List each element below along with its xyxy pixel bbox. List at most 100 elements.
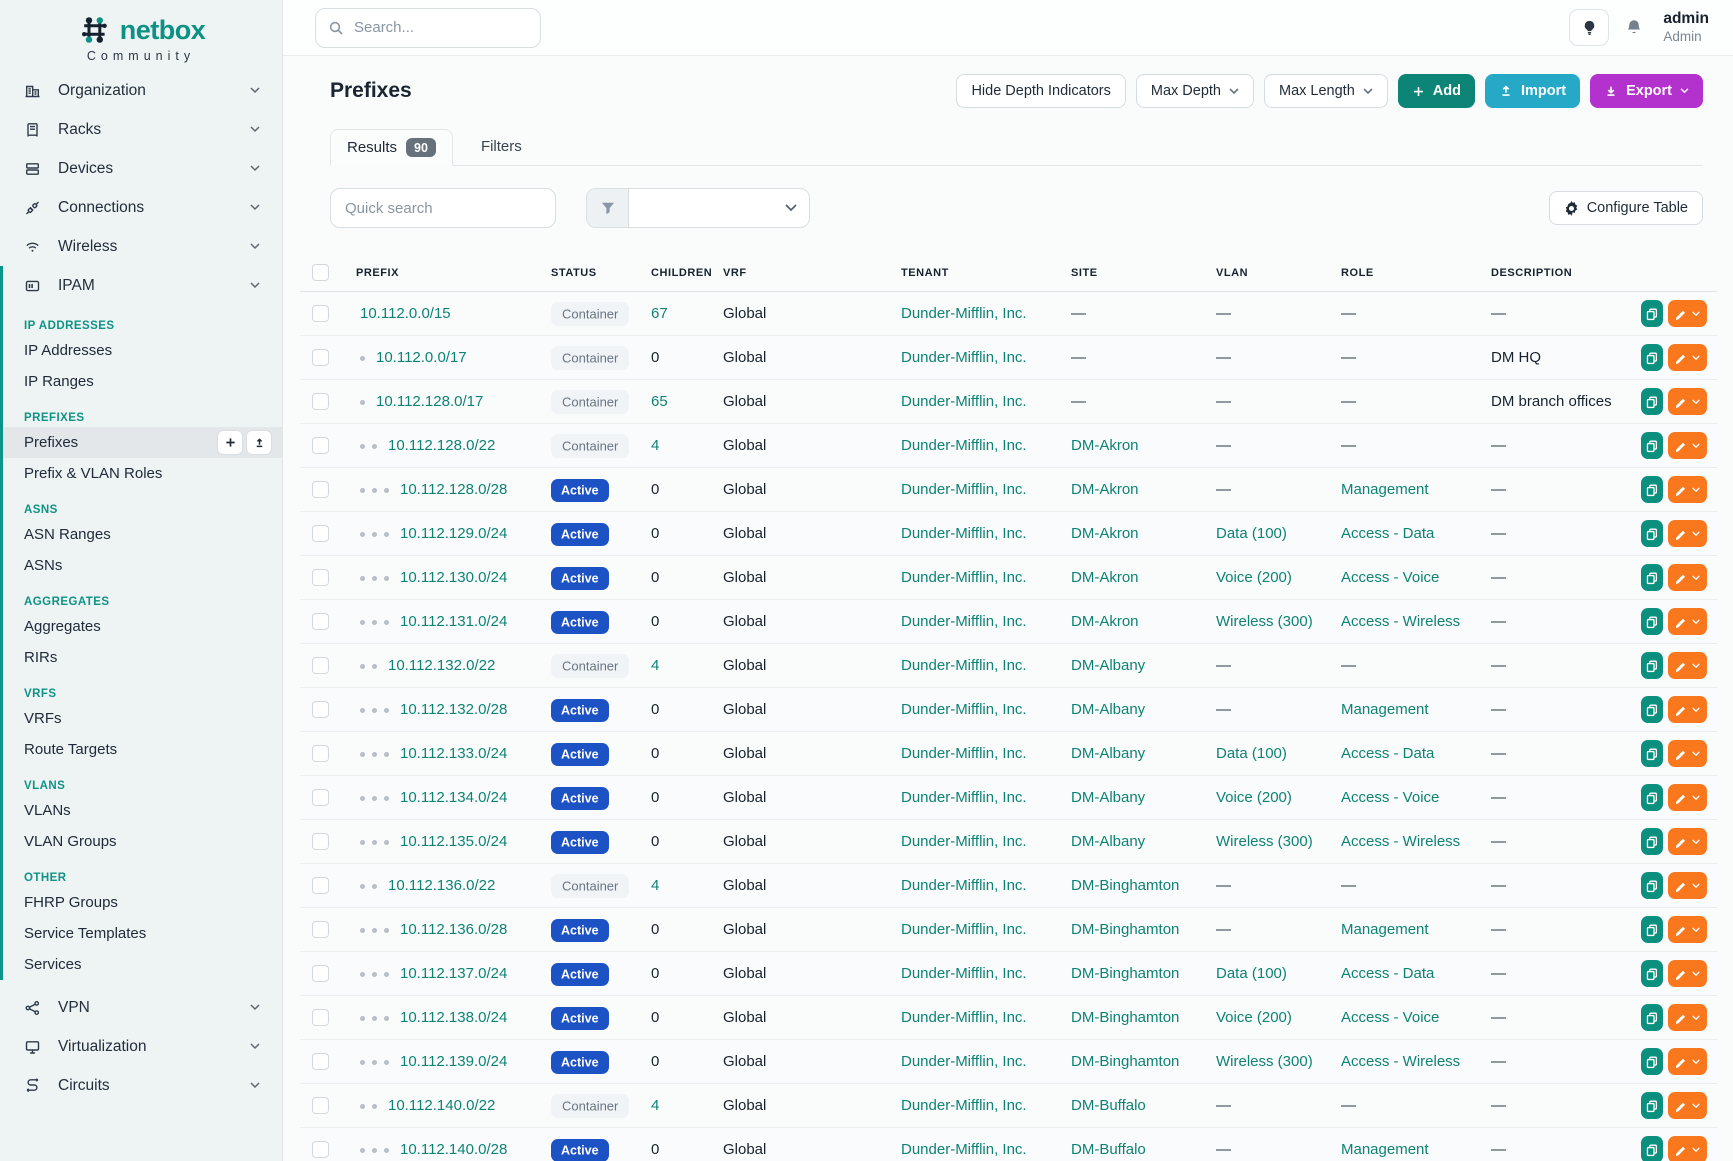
vlan-link[interactable]: Voice (200) [1216,569,1292,586]
prefix-link[interactable]: 10.112.133.0/24 [400,745,507,762]
sidebar-item-fhrp-groups[interactable]: FHRP Groups [3,887,282,918]
select-all-checkbox[interactable] [312,264,329,281]
import-prefix-mini-button[interactable] [246,430,272,455]
tenant-link[interactable]: Dunder-Mifflin, Inc. [901,305,1027,322]
column-header-status[interactable]: STATUS [541,252,641,292]
sidebar-item-asns[interactable]: ASNs [3,550,282,581]
clone-button[interactable] [1641,828,1663,855]
role-link[interactable]: Management [1341,701,1429,718]
notifications-bell-icon[interactable] [1624,18,1644,38]
tenant-link[interactable]: Dunder-Mifflin, Inc. [901,525,1027,542]
edit-button[interactable] [1668,432,1707,459]
tenant-link[interactable]: Dunder-Mifflin, Inc. [901,437,1027,454]
tenant-link[interactable]: Dunder-Mifflin, Inc. [901,1053,1027,1070]
column-header-vrf[interactable]: VRF [713,252,891,292]
tenant-link[interactable]: Dunder-Mifflin, Inc. [901,657,1027,674]
sidebar-item-vlan-groups[interactable]: VLAN Groups [3,826,282,857]
prefix-link[interactable]: 10.112.134.0/24 [400,789,507,806]
sidebar-item-asn-ranges[interactable]: ASN Ranges [3,519,282,550]
clone-button[interactable] [1641,960,1663,987]
role-link[interactable]: Management [1341,481,1429,498]
edit-button[interactable] [1668,960,1707,987]
edit-button[interactable] [1668,520,1707,547]
sidebar-item-vlans[interactable]: VLANs [3,795,282,826]
row-checkbox[interactable] [312,877,329,894]
search-input[interactable] [354,19,528,36]
tenant-link[interactable]: Dunder-Mifflin, Inc. [901,1097,1027,1114]
clone-button[interactable] [1641,652,1663,679]
row-checkbox[interactable] [312,833,329,850]
role-link[interactable]: Management [1341,921,1429,938]
tab-results[interactable]: Results 90 [330,129,453,166]
vlan-link[interactable]: Wireless (300) [1216,833,1313,850]
site-link[interactable]: DM-Albany [1071,657,1145,674]
clone-button[interactable] [1641,608,1663,635]
tenant-link[interactable]: Dunder-Mifflin, Inc. [901,965,1027,982]
row-checkbox[interactable] [312,1141,329,1158]
tenant-link[interactable]: Dunder-Mifflin, Inc. [901,393,1027,410]
role-link[interactable]: Access - Voice [1341,1009,1439,1026]
prefix-link[interactable]: 10.112.132.0/22 [388,657,495,674]
sidebar-item-rirs[interactable]: RIRs [3,642,282,673]
tenant-link[interactable]: Dunder-Mifflin, Inc. [901,745,1027,762]
edit-button[interactable] [1668,652,1707,679]
clone-button[interactable] [1641,388,1663,415]
edit-button[interactable] [1668,872,1707,899]
children-count-link[interactable]: 4 [651,657,659,674]
sidebar-item-vrfs[interactable]: VRFs [3,703,282,734]
clone-button[interactable] [1641,916,1663,943]
sidebar-item-ip-ranges[interactable]: IP Ranges [3,366,282,397]
clone-button[interactable] [1641,696,1663,723]
sidebar-item-ip-addresses[interactable]: IP Addresses [3,335,282,366]
max-depth-dropdown[interactable]: Max Depth [1136,74,1254,108]
site-link[interactable]: DM-Albany [1071,701,1145,718]
clone-button[interactable] [1641,344,1663,371]
clone-button[interactable] [1641,1136,1663,1161]
sidebar-item-service-templates[interactable]: Service Templates [3,918,282,949]
prefix-link[interactable]: 10.112.136.0/22 [388,877,495,894]
edit-button[interactable] [1668,1004,1707,1031]
tenant-link[interactable]: Dunder-Mifflin, Inc. [901,921,1027,938]
row-checkbox[interactable] [312,349,329,366]
row-checkbox[interactable] [312,1053,329,1070]
max-length-dropdown[interactable]: Max Length [1264,74,1388,108]
site-link[interactable]: DM-Binghamton [1071,965,1179,982]
sidebar-group-virtualization[interactable]: Virtualization [0,1027,282,1066]
add-button[interactable]: Add [1398,74,1475,108]
role-link[interactable]: Access - Data [1341,965,1434,982]
quick-search[interactable] [330,188,556,228]
tenant-link[interactable]: Dunder-Mifflin, Inc. [901,1009,1027,1026]
site-link[interactable]: DM-Akron [1071,481,1139,498]
sidebar-group-racks[interactable]: Racks [0,110,282,149]
edit-button[interactable] [1668,300,1707,327]
prefix-link[interactable]: 10.112.137.0/24 [400,965,507,982]
user-menu[interactable]: admin Admin [1659,9,1709,45]
edit-button[interactable] [1668,1092,1707,1119]
prefix-link[interactable]: 10.112.0.0/15 [360,305,451,322]
vlan-link[interactable]: Wireless (300) [1216,613,1313,630]
row-checkbox[interactable] [312,525,329,542]
dark-mode-toggle-button[interactable] [1569,9,1609,46]
edit-button[interactable] [1668,916,1707,943]
column-header-site[interactable]: SITE [1061,252,1206,292]
sidebar-item-services[interactable]: Services [3,949,282,980]
row-checkbox[interactable] [312,701,329,718]
configure-table-button[interactable]: Configure Table [1549,191,1703,225]
edit-button[interactable] [1668,388,1707,415]
vlan-link[interactable]: Voice (200) [1216,1009,1292,1026]
children-count-link[interactable]: 4 [651,877,659,894]
row-checkbox[interactable] [312,1097,329,1114]
site-link[interactable]: DM-Albany [1071,789,1145,806]
site-link[interactable]: DM-Akron [1071,525,1139,542]
sidebar-group-connections[interactable]: Connections [0,188,282,227]
sidebar-group-wireless[interactable]: Wireless [0,227,282,266]
import-button[interactable]: Import [1485,74,1580,108]
site-link[interactable]: DM-Akron [1071,613,1139,630]
row-checkbox[interactable] [312,305,329,322]
edit-button[interactable] [1668,608,1707,635]
prefix-link[interactable]: 10.112.139.0/24 [400,1053,507,1070]
role-link[interactable]: Access - Data [1341,745,1434,762]
edit-button[interactable] [1668,476,1707,503]
clone-button[interactable] [1641,1048,1663,1075]
prefix-link[interactable]: 10.112.140.0/28 [400,1141,507,1158]
